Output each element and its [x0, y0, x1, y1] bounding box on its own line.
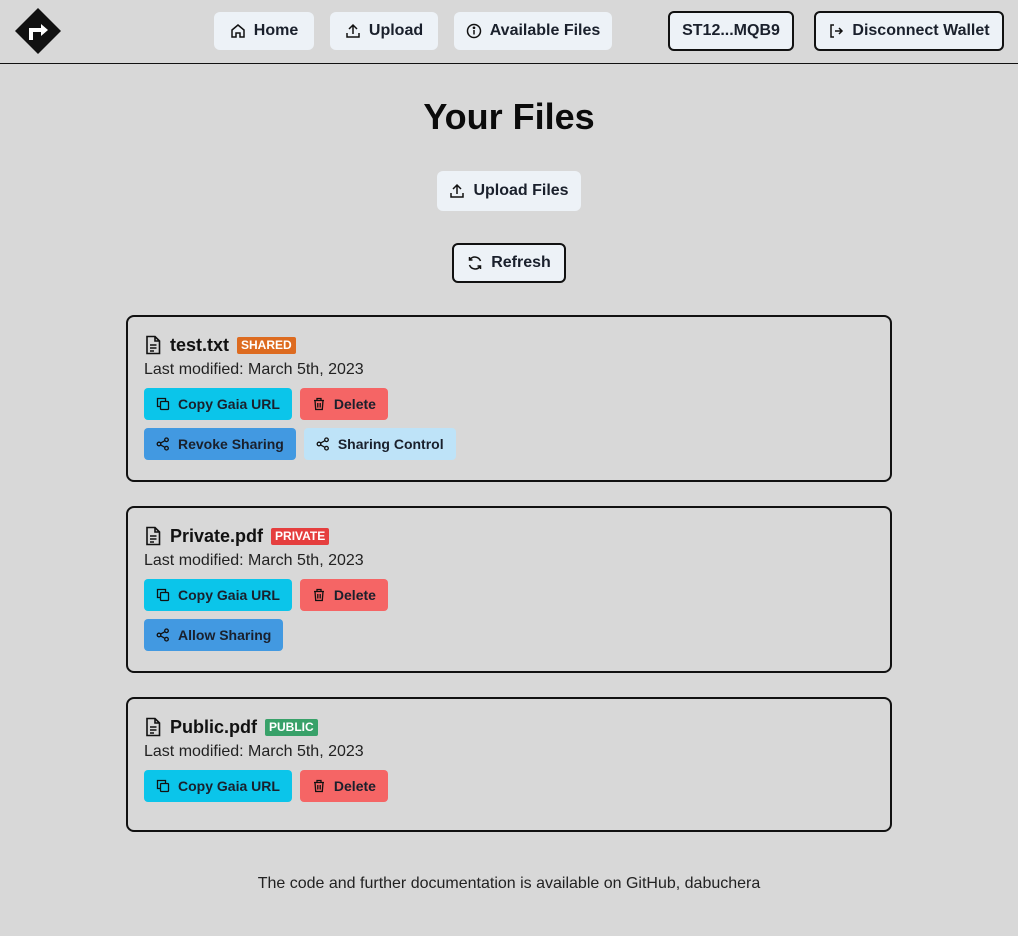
refresh-label: Refresh — [491, 254, 551, 271]
status-badge: PRIVATE — [271, 527, 330, 545]
upload-icon — [346, 23, 360, 38]
file-name: test.txt — [170, 334, 230, 355]
delete-label: Delete — [333, 587, 376, 603]
file-card: test.txt SHARED Last modified: March 5th… — [126, 315, 892, 482]
file-card: Public.pdf PUBLIC Last modified: March 5… — [126, 697, 892, 832]
delete-button[interactable]: Delete — [299, 579, 388, 611]
upload-files-button[interactable]: Upload Files — [437, 171, 581, 211]
allow-sharing-label: Allow Sharing — [178, 627, 272, 643]
wallet-address-label: ST12...MQB9 — [682, 22, 780, 39]
nav-home-label: Home — [253, 22, 299, 39]
copy-gaia-url-button[interactable]: Copy Gaia URL — [144, 388, 292, 420]
copy-icon — [156, 779, 170, 793]
status-badge: SHARED — [237, 336, 296, 354]
share-icon — [156, 628, 169, 642]
last-modified: Last modified: March 5th, 2023 — [144, 552, 364, 569]
nav-home-button[interactable]: Home — [214, 12, 314, 50]
delete-label: Delete — [333, 396, 376, 412]
disconnect-wallet-label: Disconnect Wallet — [852, 22, 990, 39]
last-modified: Last modified: March 5th, 2023 — [144, 743, 364, 760]
upload-files-label: Upload Files — [473, 182, 569, 199]
revoke-sharing-label: Revoke Sharing — [178, 436, 284, 452]
info-icon — [466, 23, 481, 39]
revoke-sharing-button[interactable]: Revoke Sharing — [144, 428, 296, 460]
delete-button[interactable]: Delete — [299, 770, 388, 802]
refresh-icon — [468, 256, 482, 270]
nav-upload-label: Upload — [368, 22, 424, 39]
allow-sharing-button[interactable]: Allow Sharing — [144, 619, 284, 651]
last-modified: Last modified: March 5th, 2023 — [144, 361, 364, 378]
wallet-address-button[interactable]: ST12...MQB9 — [668, 11, 794, 51]
delete-button[interactable]: Delete — [299, 388, 388, 420]
copy-gaia-url-label: Copy Gaia URL — [178, 587, 280, 603]
file-text-icon — [146, 526, 161, 546]
status-badge: PUBLIC — [265, 718, 318, 736]
page-title: Your Files — [423, 96, 595, 137]
refresh-button[interactable]: Refresh — [452, 243, 566, 283]
file-name: Private.pdf — [170, 525, 264, 546]
home-icon — [231, 24, 245, 38]
share-icon — [156, 437, 169, 451]
trash-icon — [313, 588, 324, 602]
file-name: Public.pdf — [170, 716, 257, 737]
upload-icon — [450, 183, 465, 198]
disconnect-wallet-button[interactable]: Disconnect Wallet — [814, 11, 1004, 51]
copy-gaia-url-label: Copy Gaia URL — [178, 778, 280, 794]
copy-gaia-url-button[interactable]: Copy Gaia URL — [144, 770, 292, 802]
nav-available-files-label: Available Files — [489, 22, 601, 39]
trash-icon — [313, 397, 324, 411]
file-text-icon — [146, 335, 161, 355]
nav-available-files-button[interactable]: Available Files — [454, 12, 612, 50]
nav-upload-button[interactable]: Upload — [330, 12, 438, 50]
logo-icon[interactable] — [14, 7, 62, 55]
delete-label: Delete — [333, 778, 376, 794]
copy-icon — [156, 397, 170, 411]
file-card: Private.pdf PRIVATE Last modified: March… — [126, 506, 892, 673]
file-text-icon — [146, 717, 161, 737]
copy-gaia-url-button[interactable]: Copy Gaia URL — [144, 579, 292, 611]
sharing-control-button[interactable]: Sharing Control — [303, 428, 456, 460]
share-icon — [316, 437, 329, 451]
sharing-control-label: Sharing Control — [337, 436, 444, 452]
logout-icon — [830, 24, 844, 38]
copy-icon — [156, 588, 170, 602]
footer-text: The code and further documentation is av… — [257, 875, 761, 892]
copy-gaia-url-label: Copy Gaia URL — [178, 396, 280, 412]
top-nav-bar: Home Upload Available Files ST12...MQB9 … — [0, 0, 1018, 64]
trash-icon — [313, 779, 324, 793]
